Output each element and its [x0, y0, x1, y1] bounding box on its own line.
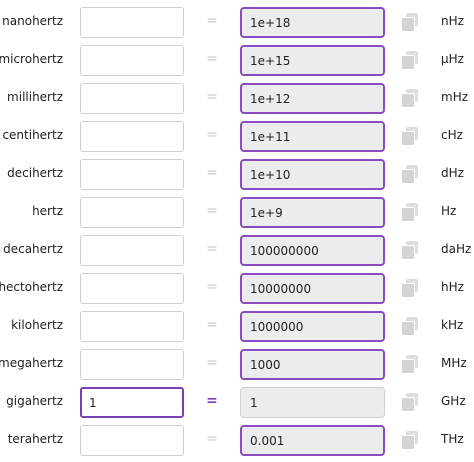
unit-label: terahertz	[7, 432, 63, 446]
unit-symbol: MHz	[441, 356, 467, 370]
nanohertz-result-field[interactable]	[240, 7, 385, 38]
unit-label: decahertz	[3, 242, 63, 256]
equals-sign: =	[206, 317, 218, 333]
equals-sign: =	[206, 13, 218, 29]
unit-symbol: Hz	[441, 204, 457, 218]
unit-label: nanohertz	[2, 14, 63, 28]
kilohertz-result-field[interactable]	[240, 311, 385, 342]
unit-label: kilohertz	[11, 318, 63, 332]
copy-icon[interactable]	[400, 50, 420, 70]
equals-sign: =	[206, 279, 218, 295]
converter-row-megahertz: megahertz = MHz	[0, 345, 474, 383]
decahertz-input[interactable]	[80, 235, 184, 266]
copy-icon[interactable]	[400, 164, 420, 184]
copy-icon[interactable]	[400, 354, 420, 374]
terahertz-input[interactable]	[80, 425, 184, 456]
equals-sign: =	[206, 431, 218, 447]
unit-label: hertz	[32, 204, 63, 218]
equals-sign: =	[206, 393, 218, 409]
copy-icon[interactable]	[400, 202, 420, 222]
converter-row-nanohertz: nanohertz = nHz	[0, 3, 474, 41]
unit-label: millihertz	[7, 90, 63, 104]
unit-symbol: mHz	[441, 90, 469, 104]
gigahertz-result-field[interactable]	[240, 387, 385, 418]
microhertz-input[interactable]	[80, 45, 184, 76]
unit-label: gigahertz	[6, 394, 63, 408]
unit-symbol: THz	[441, 432, 464, 446]
converter-row-terahertz: terahertz = THz	[0, 421, 474, 459]
converter-row-decahertz: decahertz = daHz	[0, 231, 474, 269]
equals-sign: =	[206, 203, 218, 219]
copy-icon[interactable]	[400, 278, 420, 298]
converter-row-hertz: hertz = Hz	[0, 193, 474, 231]
equals-sign: =	[206, 165, 218, 181]
hertz-result-field[interactable]	[240, 197, 385, 228]
equals-sign: =	[206, 355, 218, 371]
unit-label: hectohertz	[0, 280, 63, 294]
unit-label: decihertz	[7, 166, 63, 180]
converter-row-hectohertz: hectohertz = hHz	[0, 269, 474, 307]
converter-row-kilohertz: kilohertz = kHz	[0, 307, 474, 345]
copy-icon[interactable]	[400, 126, 420, 146]
copy-icon[interactable]	[400, 88, 420, 108]
hectohertz-input[interactable]	[80, 273, 184, 304]
copy-icon[interactable]	[400, 430, 420, 450]
unit-symbol: hHz	[441, 280, 464, 294]
unit-label: microhertz	[0, 52, 63, 66]
equals-sign: =	[206, 127, 218, 143]
frequency-converter: nanohertz = nHz microhertz = μHz millihertz = mH…	[0, 3, 474, 459]
decihertz-input[interactable]	[80, 159, 184, 190]
microhertz-result-field[interactable]	[240, 45, 385, 76]
hectohertz-result-field[interactable]	[240, 273, 385, 304]
megahertz-input[interactable]	[80, 349, 184, 380]
millihertz-result-field[interactable]	[240, 83, 385, 114]
kilohertz-input[interactable]	[80, 311, 184, 342]
hertz-input[interactable]	[80, 197, 184, 228]
unit-symbol: kHz	[441, 318, 464, 332]
copy-icon[interactable]	[400, 316, 420, 336]
equals-sign: =	[206, 51, 218, 67]
unit-symbol: GHz	[441, 394, 466, 408]
converter-row-centihertz: centihertz = cHz	[0, 117, 474, 155]
copy-icon[interactable]	[400, 12, 420, 32]
converter-row-millihertz: millihertz = mHz	[0, 79, 474, 117]
unit-symbol: cHz	[441, 128, 463, 142]
copy-icon[interactable]	[400, 240, 420, 260]
unit-symbol: μHz	[441, 52, 464, 66]
decahertz-result-field[interactable]	[240, 235, 385, 266]
converter-row-decihertz: decihertz = dHz	[0, 155, 474, 193]
millihertz-input[interactable]	[80, 83, 184, 114]
unit-symbol: nHz	[441, 14, 464, 28]
copy-icon[interactable]	[400, 392, 420, 412]
unit-symbol: dHz	[441, 166, 464, 180]
decihertz-result-field[interactable]	[240, 159, 385, 190]
converter-row-microhertz: microhertz = μHz	[0, 41, 474, 79]
unit-symbol: daHz	[441, 242, 472, 256]
equals-sign: =	[206, 241, 218, 257]
nanohertz-input[interactable]	[80, 7, 184, 38]
terahertz-result-field[interactable]	[240, 425, 385, 456]
megahertz-result-field[interactable]	[240, 349, 385, 380]
converter-row-gigahertz: gigahertz = GHz	[0, 383, 474, 421]
unit-label: centihertz	[2, 128, 63, 142]
equals-sign: =	[206, 89, 218, 105]
centihertz-result-field[interactable]	[240, 121, 385, 152]
gigahertz-input[interactable]	[80, 387, 184, 418]
centihertz-input[interactable]	[80, 121, 184, 152]
unit-label: megahertz	[0, 356, 63, 370]
